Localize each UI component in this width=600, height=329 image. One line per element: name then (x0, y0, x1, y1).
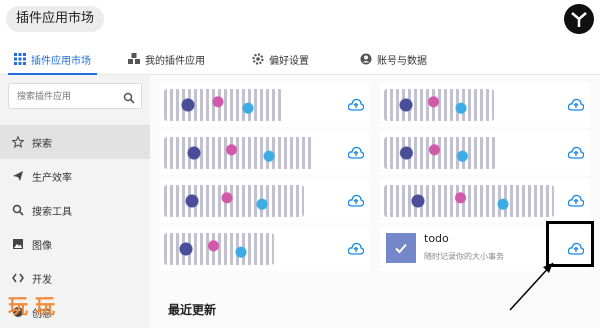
tab-bar: 插件应用市场 我的插件应用 偏好设置 账号与数据 (0, 44, 600, 75)
plugin-description: 随时记录你的大小事务 (424, 252, 504, 261)
cloud-download-icon[interactable] (567, 145, 585, 164)
tab-label: 我的插件应用 (145, 55, 205, 67)
search-input[interactable] (15, 87, 119, 107)
plugin-thumbnail (384, 185, 554, 217)
cloud-download-icon[interactable] (567, 97, 585, 116)
tab-plugin-market[interactable]: 插件应用市场 (8, 44, 97, 75)
plugin-thumbnail (384, 89, 494, 121)
gear-icon (252, 53, 264, 65)
plugin-card[interactable] (160, 227, 370, 271)
cubes-icon (128, 53, 140, 65)
plugin-card[interactable] (380, 83, 590, 127)
tab-preferences[interactable]: 偏好设置 (252, 44, 309, 74)
cloud-download-icon[interactable] (567, 193, 585, 212)
image-icon (12, 238, 24, 250)
plugin-card[interactable] (380, 131, 590, 175)
search-icon (12, 204, 24, 216)
sidebar-item-label: 搜索工具 (32, 206, 72, 218)
code-icon (12, 272, 24, 284)
plugin-thumbnail (164, 233, 274, 265)
watermark: 玩 玩 (8, 294, 55, 318)
tab-label: 账号与数据 (377, 55, 427, 67)
apps-grid-icon (14, 53, 26, 65)
send-icon (12, 170, 24, 182)
plugin-thumbnail (164, 185, 304, 217)
cloud-download-icon[interactable] (347, 241, 365, 260)
plugin-title: todo (424, 232, 449, 245)
plugin-thumbnail (164, 89, 284, 121)
cloud-download-icon[interactable] (347, 193, 365, 212)
sidebar-item-label: 图像 (32, 240, 52, 252)
plugin-card[interactable] (160, 179, 370, 223)
plugin-thumbnail (384, 137, 496, 169)
section-title-recent: 最近更新 (168, 303, 217, 317)
sidebar-item-label: 探索 (32, 138, 52, 150)
pointer-arrow-icon (509, 262, 554, 311)
sidebar-item-image[interactable]: 图像 (0, 227, 150, 261)
cloud-download-icon[interactable] (347, 145, 365, 164)
tab-my-plugins[interactable]: 我的插件应用 (128, 44, 205, 74)
plugin-card[interactable] (380, 179, 590, 223)
sidebar-item-label: 生产效率 (32, 172, 72, 184)
app-title: 插件应用市场 (6, 6, 105, 32)
top-bar: 插件应用市场 (0, 0, 600, 40)
sidebar-item-label: 开发 (32, 274, 52, 286)
plugin-card[interactable] (160, 83, 370, 127)
star-icon (12, 136, 24, 148)
search-icon[interactable] (123, 89, 135, 108)
tab-label: 插件应用市场 (31, 55, 91, 67)
tab-account-data[interactable]: 账号与数据 (360, 44, 427, 74)
sidebar-item-search-tools[interactable]: 搜索工具 (0, 193, 150, 227)
sidebar-item-explore[interactable]: 探索 (0, 125, 150, 159)
account-icon (360, 53, 372, 65)
tab-label: 偏好设置 (269, 55, 309, 67)
sidebar-item-productivity[interactable]: 生产效率 (0, 159, 150, 193)
search-box (8, 83, 142, 109)
plugin-thumbnail (164, 137, 314, 169)
todo-check-icon (386, 233, 416, 263)
brand-logo-icon[interactable] (564, 4, 594, 34)
cloud-download-icon[interactable] (347, 97, 365, 116)
plugin-card[interactable] (160, 131, 370, 175)
